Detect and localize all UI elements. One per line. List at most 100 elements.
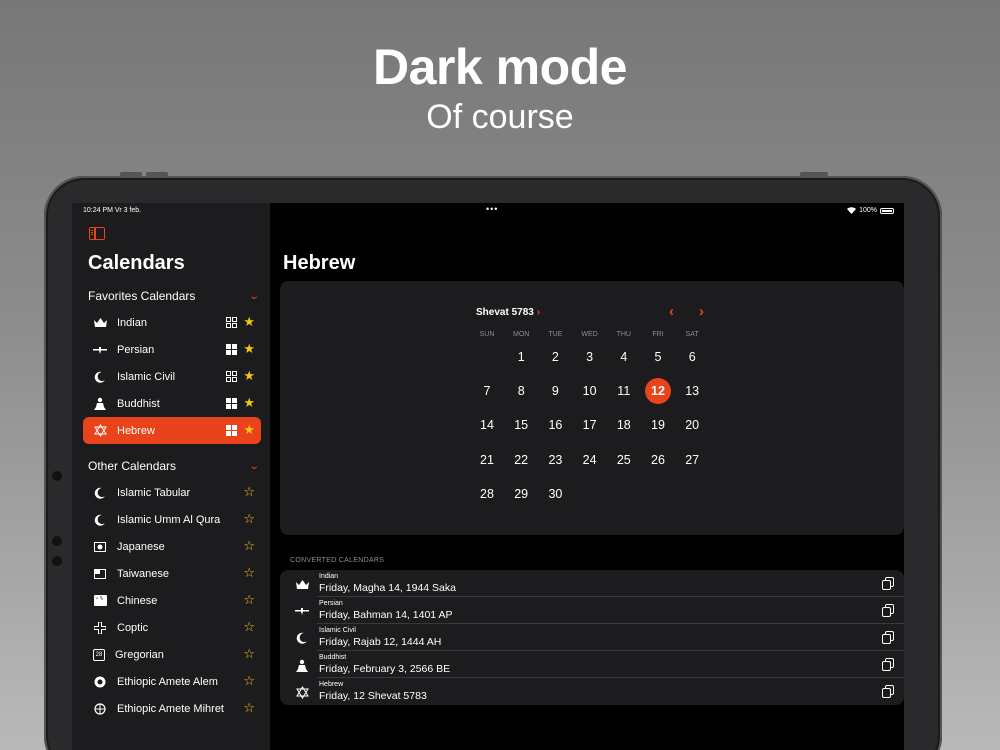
crown-icon (93, 316, 107, 330)
favorites-header[interactable]: Favorites Calendars ⌄ (88, 289, 260, 303)
star-outline-icon[interactable]: ☆ (243, 619, 255, 635)
day-cell[interactable]: 29 (508, 481, 534, 507)
favorite-star-icon[interactable]: ★ (243, 314, 255, 330)
day-cell[interactable]: 14 (474, 412, 500, 438)
day-cell[interactable]: 9 (542, 378, 568, 404)
day-cell[interactable]: 25 (611, 447, 637, 473)
converted-calendar-name: Indian (319, 573, 339, 580)
day-cell[interactable]: 24 (577, 447, 603, 473)
star-outline-icon[interactable]: ☆ (243, 700, 255, 716)
star-outline-icon[interactable]: ☆ (243, 592, 255, 608)
widget-grid-outline-icon[interactable] (226, 371, 237, 382)
sidebar-toggle-icon[interactable] (89, 227, 105, 240)
sidebar-item-taiwanese[interactable]: Taiwanese ☆ (83, 560, 261, 587)
multitasking-dots[interactable]: ••• (486, 204, 498, 214)
star-outline-icon[interactable]: ☆ (243, 538, 255, 554)
copy-icon[interactable] (882, 685, 894, 698)
star-outline-icon[interactable]: ☆ (243, 565, 255, 581)
sidebar-item-islamic-civil[interactable]: Islamic Civil ★ (83, 363, 261, 390)
copy-icon[interactable] (882, 577, 894, 590)
day-cell[interactable]: 8 (508, 378, 534, 404)
chevron-down-icon[interactable]: ⌄ (248, 461, 260, 472)
sidebar-item-indian[interactable]: Indian ★ (83, 309, 261, 336)
copy-icon[interactable] (882, 604, 894, 617)
sidebar-item-islamic-umm-al-qura[interactable]: Islamic Umm Al Qura ☆ (83, 506, 261, 533)
month-picker[interactable]: Shevat 5783 › (476, 307, 540, 318)
sidebar: 10:24 PM Vr 3 feb. Calendars Favorites C… (72, 203, 270, 750)
converted-row-buddhist[interactable]: Buddhist Friday, February 3, 2566 BE (280, 651, 904, 678)
sidebar-item-ethiopic-amete-alem[interactable]: Ethiopic Amete Alem ☆ (83, 668, 261, 695)
day-cell[interactable]: 17 (577, 412, 603, 438)
sidebar-item-chinese[interactable]: Chinese ☆ (83, 587, 261, 614)
star-outline-icon[interactable]: ☆ (243, 484, 255, 500)
day-cell[interactable]: 28 (474, 481, 500, 507)
weekday-label: THU (616, 331, 631, 338)
sidebar-item-islamic-tabular[interactable]: Islamic Tabular ☆ (83, 479, 261, 506)
next-month-button[interactable]: › (699, 303, 704, 320)
weekday-label: SUN (479, 331, 495, 338)
sidebar-item-gregorian[interactable]: 28 Gregorian ☆ (83, 641, 261, 668)
status-time: 10:24 PM Vr 3 feb. (83, 207, 142, 214)
star-of-david-icon (295, 685, 309, 699)
widget-grid-filled-icon[interactable] (226, 398, 237, 409)
device-side-dot (52, 471, 62, 481)
day-cell[interactable]: 15 (508, 412, 534, 438)
converted-row-persian[interactable]: Persian Friday, Bahman 14, 1401 AP (280, 597, 904, 624)
sidebar-item-label: Ethiopic Amete Alem (117, 675, 218, 688)
day-cell[interactable]: 20 (679, 412, 705, 438)
day-cell[interactable]: 5 (645, 344, 671, 370)
favorite-star-icon[interactable]: ★ (243, 341, 255, 357)
day-cell[interactable]: 30 (542, 481, 568, 507)
ethiopic-icon (93, 675, 107, 689)
other-calendars-header[interactable]: Other Calendars ⌄ (88, 459, 260, 473)
other-calendars-header-label: Other Calendars (88, 459, 177, 473)
day-cell[interactable]: 18 (611, 412, 637, 438)
copy-icon[interactable] (882, 631, 894, 644)
widget-grid-outline-icon[interactable] (226, 317, 237, 328)
copy-icon[interactable] (882, 658, 894, 671)
favorite-star-icon[interactable]: ★ (243, 368, 255, 384)
day-cell[interactable]: 23 (542, 447, 568, 473)
sidebar-item-label: Gregorian (115, 648, 164, 661)
sidebar-item-hebrew[interactable]: Hebrew ★ (83, 417, 261, 444)
converted-row-hebrew[interactable]: Hebrew Friday, 12 Shevat 5783 (280, 678, 904, 705)
favorite-star-icon[interactable]: ★ (243, 422, 255, 438)
day-cell[interactable]: 19 (645, 412, 671, 438)
japan-flag-icon (93, 540, 107, 554)
device-side-dot (52, 536, 62, 546)
promo-headline: Dark mode (373, 39, 627, 95)
day-cell[interactable]: 2 (542, 344, 568, 370)
day-cell[interactable]: 4 (611, 344, 637, 370)
day-cell[interactable]: 7 (474, 378, 500, 404)
previous-month-button[interactable]: ‹ (669, 303, 674, 320)
day-cell[interactable]: 11 (611, 378, 637, 404)
widget-grid-filled-icon[interactable] (226, 344, 237, 355)
day-cell[interactable]: 6 (679, 344, 705, 370)
sidebar-item-coptic[interactable]: Coptic ☆ (83, 614, 261, 641)
sidebar-item-persian[interactable]: Persian ★ (83, 336, 261, 363)
faravahar-icon (93, 343, 107, 357)
converted-row-indian[interactable]: Indian Friday, Magha 14, 1944 Saka (280, 570, 904, 597)
day-cell-today[interactable]: 12 (645, 378, 671, 405)
sidebar-item-japanese[interactable]: Japanese ☆ (83, 533, 261, 560)
day-cell[interactable]: 21 (474, 447, 500, 473)
day-cell[interactable]: 27 (679, 447, 705, 473)
star-outline-icon[interactable]: ☆ (243, 673, 255, 689)
star-outline-icon[interactable]: ☆ (243, 646, 255, 662)
day-cell[interactable]: 1 (508, 344, 534, 370)
chevron-down-icon[interactable]: ⌄ (248, 291, 260, 302)
crescent-icon (93, 486, 107, 500)
day-cell[interactable]: 13 (679, 378, 705, 404)
day-cell[interactable]: 3 (577, 344, 603, 370)
page-title: Hebrew (283, 252, 356, 274)
widget-grid-filled-icon[interactable] (226, 425, 237, 436)
day-cell[interactable]: 10 (577, 378, 603, 404)
sidebar-item-buddhist[interactable]: Buddhist ★ (83, 390, 261, 417)
sidebar-item-ethiopic-amete-mihret[interactable]: Ethiopic Amete Mihret ☆ (83, 695, 261, 722)
day-cell[interactable]: 16 (542, 412, 568, 438)
star-outline-icon[interactable]: ☆ (243, 511, 255, 527)
converted-row-islamic-civil[interactable]: Islamic Civil Friday, Rajab 12, 1444 AH (280, 624, 904, 651)
favorite-star-icon[interactable]: ★ (243, 395, 255, 411)
day-cell[interactable]: 26 (645, 447, 671, 473)
day-cell[interactable]: 22 (508, 447, 534, 473)
